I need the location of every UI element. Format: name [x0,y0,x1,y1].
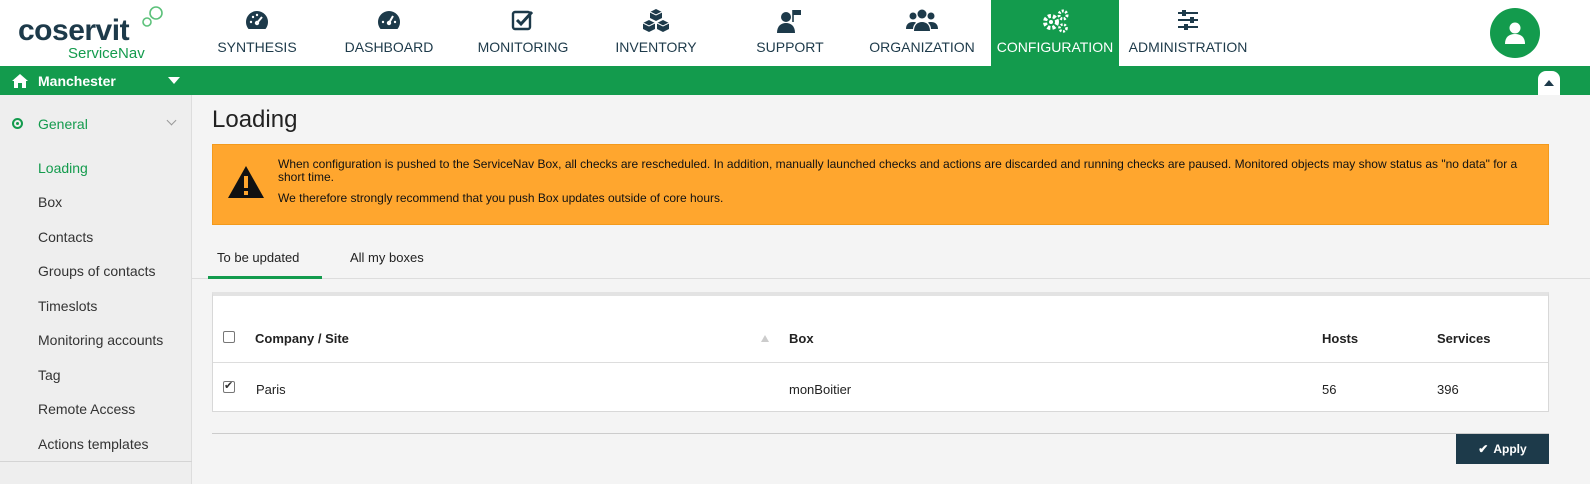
user-avatar-button[interactable] [1490,8,1540,58]
sidebar-item-actions-templates[interactable]: Actions templates [38,436,149,452]
brand-name: coservit [18,14,130,47]
cell-company-site: Paris [256,382,286,397]
nav-label: MONITORING [477,39,569,55]
column-header-hosts[interactable]: Hosts [1322,331,1358,346]
site-name: Manchester [38,72,116,89]
warning-alert: When configuration is pushed to the Serv… [212,144,1549,225]
page-title: Loading [212,106,298,133]
nav-label: INVENTORY [615,39,697,55]
sliders-icon [1126,8,1250,34]
sidebar-item-box[interactable]: Box [38,194,62,210]
footer-divider [212,433,1549,434]
caret-down-icon[interactable] [168,77,180,84]
apply-button[interactable]: ✔ Apply [1456,434,1549,464]
apply-label: Apply [1493,442,1527,456]
warning-icon [228,166,264,198]
nav-label: ORGANIZATION [869,39,975,55]
product-name: ServiceNav [68,45,145,62]
sidebar: General Loading Box Contacts Groups of c… [0,95,192,484]
nav-monitoring[interactable]: MONITORING [466,0,580,66]
check-icon: ✔ [1478,442,1489,456]
nav-administration[interactable]: ADMINISTRATION [1126,0,1250,66]
nav-label: SUPPORT [756,39,824,55]
tab-label: To be updated [217,250,300,265]
select-all-checkbox[interactable] [223,331,235,343]
column-header-box[interactable]: Box [789,331,814,346]
site-selector[interactable]: Manchester [12,66,116,95]
sidebar-group-general[interactable]: General [0,95,192,150]
cell-box: monBoitier [789,382,852,397]
sidebar-item-monitoring-accounts[interactable]: Monitoring accounts [38,332,163,348]
sidebar-item-contacts[interactable]: Contacts [38,229,93,245]
logo-rings-icon [142,6,163,27]
site-bar: Manchester [0,66,1590,95]
nav-inventory[interactable]: INVENTORY [598,0,714,66]
sidebar-item-tag[interactable]: Tag [38,367,61,383]
checkbox-icon [466,8,580,34]
user-flag-icon [732,8,848,34]
nav-label: SYNTHESIS [217,39,297,55]
sort-asc-icon[interactable] [761,335,769,342]
tab-bar: To be updated All my boxes [192,236,1590,279]
chevron-down-icon [166,115,177,126]
sidebar-item-timeslots[interactable]: Timeslots [38,298,97,314]
tab-label: All my boxes [350,250,424,265]
nav-label: CONFIGURATION [996,39,1114,55]
sidebar-item-remote-access[interactable]: Remote Access [38,401,135,417]
sidebar-group-label: General [38,116,88,132]
gauge-icon [200,8,314,34]
tab-all-my-boxes[interactable]: All my boxes [342,236,432,279]
column-header-company-site[interactable]: Company / Site [255,331,349,346]
coservit-logo[interactable]: coservit ServiceNav [18,6,178,62]
nav-synthesis[interactable]: SYNTHESIS [200,0,314,66]
nav-label: ADMINISTRATION [1128,39,1248,55]
boxes-table: Company / Site Box Hosts Services Paris … [212,292,1549,412]
dashboard-icon [332,8,446,34]
user-icon [1505,22,1525,44]
nav-organization[interactable]: ORGANIZATION [864,0,980,66]
nav-label: DASHBOARD [344,39,434,55]
nav-configuration[interactable]: CONFIGURATION [991,0,1119,66]
alert-message: When configuration is pushed to the Serv… [278,157,1518,184]
radio-dot-icon [12,118,23,129]
collapse-header-button[interactable] [1538,71,1560,95]
cell-services: 396 [1437,382,1459,397]
cell-hosts: 56 [1322,382,1337,397]
column-header-services[interactable]: Services [1437,331,1491,346]
nav-dashboard[interactable]: DASHBOARD [332,0,446,66]
header-divider [213,362,1548,363]
sidebar-divider [0,461,192,462]
sidebar-item-groups-of-contacts[interactable]: Groups of contacts [38,263,156,279]
users-icon [864,8,980,34]
top-navigation-bar: coservit ServiceNav SYNTHESIS DASHBOARD … [0,0,1590,66]
sidebar-item-loading[interactable]: Loading [38,160,88,176]
alert-recommendation: We therefore strongly recommend that you… [278,191,724,205]
home-icon [12,73,28,88]
nav-support[interactable]: SUPPORT [732,0,848,66]
tab-to-be-updated[interactable]: To be updated [208,236,322,279]
cubes-icon [598,8,714,34]
gears-icon [991,8,1119,34]
row-checkbox[interactable] [223,379,235,393]
